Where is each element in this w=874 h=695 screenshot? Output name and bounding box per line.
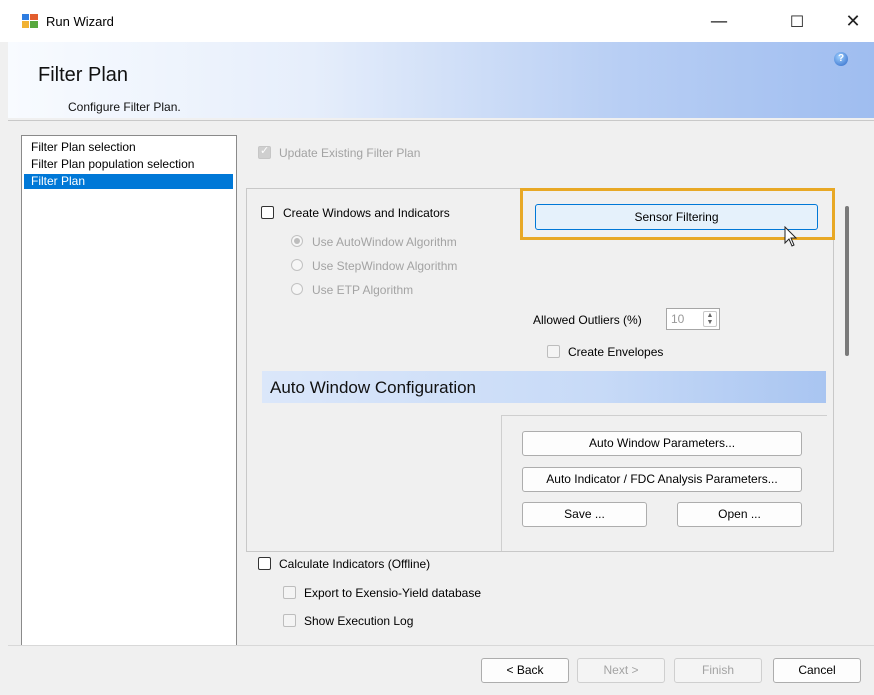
footer-divider: [8, 645, 874, 646]
calculate-indicators-label: Calculate Indicators (Offline): [279, 557, 431, 571]
cancel-button[interactable]: Cancel: [773, 658, 861, 683]
header-divider: [8, 120, 874, 121]
back-button[interactable]: < Back: [481, 658, 569, 683]
nav-item-filter-plan-population-selection[interactable]: Filter Plan population selection: [24, 157, 233, 172]
create-windows-checkbox[interactable]: [261, 206, 274, 219]
page-title: Filter Plan: [38, 64, 129, 86]
allowed-outliers-label: Allowed Outliers (%): [533, 313, 642, 327]
open-button[interactable]: Open ...: [677, 502, 802, 527]
minimize-button[interactable]: —: [696, 6, 742, 36]
autowindow-radio[interactable]: [291, 235, 303, 247]
auto-window-config-title: Auto Window Configuration: [270, 378, 477, 397]
allowed-outliers-value: 10: [671, 312, 685, 326]
mouse-cursor-icon: [784, 226, 798, 247]
create-windows-label: Create Windows and Indicators: [283, 206, 450, 220]
page-subtitle: Configure Filter Plan.: [68, 100, 181, 114]
maximize-icon: ☐: [789, 11, 805, 31]
etp-radio[interactable]: [291, 283, 303, 295]
title-bar: Run Wizard — ☐ ✕: [0, 0, 874, 42]
close-button[interactable]: ✕: [830, 6, 874, 36]
allowed-outliers-spinner[interactable]: 10 ▲ ▼: [666, 308, 720, 330]
maximize-button[interactable]: ☐: [774, 6, 820, 36]
save-button[interactable]: Save ...: [522, 502, 647, 527]
finish-button[interactable]: Finish: [674, 658, 762, 683]
auto-window-parameters-button[interactable]: Auto Window Parameters...: [522, 431, 802, 456]
auto-window-config-header: Auto Window Configuration: [262, 371, 826, 403]
window-title: Run Wizard: [46, 14, 114, 29]
spinner-arrows-icon[interactable]: ▲ ▼: [703, 311, 717, 327]
update-existing-checkbox[interactable]: [258, 144, 271, 159]
vertical-scrollbar[interactable]: [845, 206, 849, 356]
help-icon[interactable]: ?: [834, 52, 848, 66]
nav-item-filter-plan[interactable]: Filter Plan: [24, 174, 233, 189]
close-icon: ✕: [845, 10, 861, 32]
nav-item-filter-plan-selection[interactable]: Filter Plan selection: [24, 140, 233, 155]
etp-label: Use ETP Algorithm: [312, 283, 414, 297]
wizard-header: Filter Plan Configure Filter Plan. ?: [8, 42, 874, 118]
stepwindow-label: Use StepWindow Algorithm: [312, 259, 458, 273]
create-envelopes-label: Create Envelopes: [568, 345, 664, 359]
show-log-checkbox[interactable]: [283, 614, 296, 627]
run-wizard-window: Run Wizard — ☐ ✕ Filter Plan Configure F…: [0, 0, 874, 695]
export-yield-label: Export to Exensio-Yield database: [304, 586, 481, 600]
next-button[interactable]: Next >: [577, 658, 665, 683]
calculate-indicators-checkbox[interactable]: [258, 557, 271, 570]
export-yield-checkbox[interactable]: [283, 586, 296, 599]
minimize-icon: —: [710, 10, 728, 32]
create-envelopes-checkbox[interactable]: [547, 345, 560, 358]
wizard-step-list: Filter Plan selection Filter Plan popula…: [21, 135, 237, 646]
auto-indicator-parameters-button[interactable]: Auto Indicator / FDC Analysis Parameters…: [522, 467, 802, 492]
sensor-filtering-button[interactable]: Sensor Filtering: [535, 204, 818, 230]
stepwindow-radio[interactable]: [291, 259, 303, 271]
show-log-label: Show Execution Log: [304, 614, 414, 628]
app-icon: [22, 14, 38, 28]
update-existing-label: Update Existing Filter Plan: [279, 146, 421, 160]
autowindow-label: Use AutoWindow Algorithm: [312, 235, 457, 249]
